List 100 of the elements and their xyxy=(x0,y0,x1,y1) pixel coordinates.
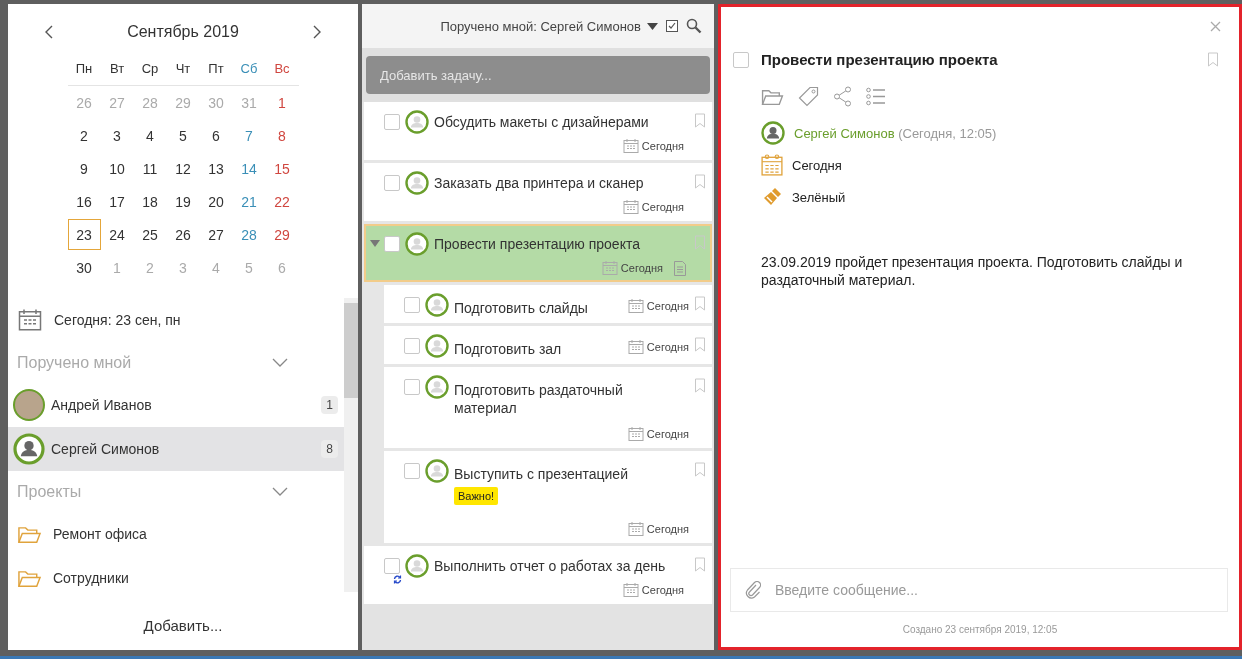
calendar-day[interactable]: 15 xyxy=(265,153,299,184)
bookmark-icon[interactable] xyxy=(694,557,706,572)
subtask-card[interactable]: Выступить с презентацией Важно! Сегодня xyxy=(384,451,712,543)
calendar-icon xyxy=(622,138,639,154)
task-title: Подготовить слайды xyxy=(454,299,588,317)
weekday-label: Чт xyxy=(166,52,200,86)
expand-caret-icon[interactable] xyxy=(370,240,380,247)
checkbox-icon[interactable] xyxy=(666,20,678,32)
calendar-day[interactable]: 30 xyxy=(67,252,101,283)
subtask-card[interactable]: Подготовить раздаточный материал Сегодня xyxy=(384,367,712,448)
calendar-day[interactable]: 18 xyxy=(133,186,167,217)
calendar-day[interactable]: 29 xyxy=(265,219,299,250)
person-item[interactable]: Сергей Симонов 8 xyxy=(8,427,344,471)
tag-icon[interactable] xyxy=(798,86,819,107)
calendar-day[interactable]: 1 xyxy=(265,87,299,118)
list-icon[interactable] xyxy=(866,87,886,106)
checkbox[interactable] xyxy=(384,114,400,130)
bookmark-icon[interactable] xyxy=(694,378,706,393)
calendar-day[interactable]: 6 xyxy=(199,120,233,151)
calendar-icon xyxy=(622,199,639,215)
weekday-label: Вс xyxy=(265,52,299,86)
weekday-label: Вт xyxy=(100,52,134,86)
weekday-label: Пн xyxy=(67,52,101,86)
calendar-day[interactable]: 22 xyxy=(265,186,299,217)
calendar-day[interactable]: 25 xyxy=(133,219,167,250)
folder-icon[interactable] xyxy=(761,87,784,106)
task-date: Сегодня xyxy=(620,262,663,274)
calendar-day[interactable]: 10 xyxy=(100,153,134,184)
checkbox[interactable] xyxy=(404,297,420,313)
calendar-day[interactable]: 21 xyxy=(232,186,266,217)
calendar-day[interactable]: 5 xyxy=(166,120,200,151)
chevron-down-icon[interactable] xyxy=(272,358,288,368)
search-icon[interactable] xyxy=(686,18,702,34)
calendar-day[interactable]: 26 xyxy=(166,219,200,250)
share-icon[interactable] xyxy=(833,86,852,107)
checkbox[interactable] xyxy=(384,236,400,252)
calendar-day[interactable]: 16 xyxy=(67,186,101,217)
calendar-day[interactable]: 14 xyxy=(232,153,266,184)
calendar-day[interactable]: 24 xyxy=(100,219,134,250)
checkbox[interactable] xyxy=(384,175,400,191)
task-card[interactable]: Обсудить макеты с дизайнерами Сегодня xyxy=(364,102,712,160)
task-card[interactable]: Заказать два принтера и сканер Сегодня xyxy=(364,163,712,221)
project-item[interactable]: Сотрудники xyxy=(8,556,344,600)
folder-icon xyxy=(16,524,43,545)
bookmark-icon[interactable] xyxy=(694,113,706,128)
bookmark-icon[interactable] xyxy=(694,174,706,189)
task-date: Сегодня xyxy=(646,300,689,312)
checkbox[interactable] xyxy=(404,338,420,354)
calendar-day[interactable]: 28 xyxy=(232,219,266,250)
weekday-label: Ср xyxy=(133,52,167,86)
add-button[interactable]: Добавить... xyxy=(8,600,358,650)
checkbox[interactable] xyxy=(404,379,420,395)
chevron-left-icon[interactable] xyxy=(45,25,53,39)
avatar-icon xyxy=(425,375,449,399)
task-date: Сегодня xyxy=(641,201,684,213)
calendar-day[interactable]: 17 xyxy=(100,186,134,217)
task-title: Подготовить зал xyxy=(454,340,562,358)
person-item[interactable]: Андрей Иванов 1 xyxy=(8,383,344,428)
checkbox[interactable] xyxy=(384,558,400,574)
calendar-day[interactable]: 27 xyxy=(199,219,233,250)
task-card[interactable]: Выполнить отчет о работах за день Сегодня xyxy=(364,546,712,604)
scrollbar[interactable] xyxy=(344,298,358,592)
bookmark-icon[interactable] xyxy=(694,296,706,311)
bookmark-icon[interactable] xyxy=(1207,52,1219,67)
checkbox[interactable] xyxy=(404,463,420,479)
calendar-day[interactable]: 20 xyxy=(199,186,233,217)
task-date: Сегодня xyxy=(646,428,689,440)
calendar-day[interactable]: 13 xyxy=(199,153,233,184)
task-date: Сегодня xyxy=(646,523,689,535)
task-title: Провести презентацию проекта xyxy=(434,235,641,253)
calendar-day[interactable]: 23 xyxy=(67,219,101,250)
avatar-icon xyxy=(405,554,429,578)
project-item[interactable]: Ремонт офиса xyxy=(8,512,344,557)
subtask-card[interactable]: Подготовить слайды Сегодня xyxy=(384,285,712,323)
bookmark-icon[interactable] xyxy=(694,235,706,250)
task-title: Обсудить макеты с дизайнерами xyxy=(434,113,650,131)
calendar-day[interactable]: 9 xyxy=(67,153,101,184)
calendar-day[interactable]: 4 xyxy=(133,120,167,151)
close-button[interactable] xyxy=(1210,21,1221,32)
calendar-day[interactable]: 11 xyxy=(133,153,167,184)
task-description: 23.09.2019 пройдет презентация проекта. Подготовить слайды и раздаточный материал. xyxy=(761,253,1184,289)
bookmark-icon[interactable] xyxy=(694,337,706,352)
bookmark-icon[interactable] xyxy=(694,462,706,477)
calendar-icon xyxy=(627,521,644,537)
paperclip-icon[interactable] xyxy=(745,581,761,599)
section-title: Поручено мной xyxy=(17,353,132,372)
dropdown-caret-icon xyxy=(647,22,658,30)
calendar-day[interactable]: 12 xyxy=(166,153,200,184)
calendar-day[interactable]: 7 xyxy=(232,120,266,151)
chevron-down-icon[interactable] xyxy=(272,487,288,497)
calendar-icon xyxy=(627,339,644,355)
task-card[interactable]: Провести презентацию проекта Сегодня xyxy=(364,224,712,282)
task-title: Подготовить раздаточный материал xyxy=(454,381,624,417)
calendar-day[interactable]: 2 xyxy=(67,120,101,151)
calendar-day[interactable]: 8 xyxy=(265,120,299,151)
chevron-right-icon[interactable] xyxy=(313,25,321,39)
checkbox[interactable] xyxy=(733,51,749,68)
calendar-day[interactable]: 3 xyxy=(100,120,134,151)
subtask-card[interactable]: Подготовить зал Сегодня xyxy=(384,326,712,364)
calendar-day[interactable]: 19 xyxy=(166,186,200,217)
